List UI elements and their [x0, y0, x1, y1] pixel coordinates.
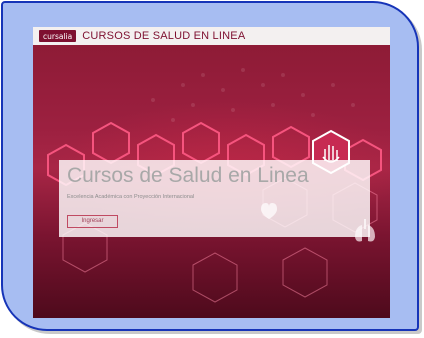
website-screen: cursalia CURSOS DE SALUD EN LINEA Cursos… — [33, 27, 390, 318]
site-title[interactable]: CURSOS DE SALUD EN LINEA — [82, 30, 245, 42]
site-header: cursalia CURSOS DE SALUD EN LINEA — [33, 27, 390, 45]
hero-title: Cursos de Salud en Linea — [67, 164, 309, 187]
site-logo[interactable]: cursalia — [39, 30, 77, 42]
screenshot-frame: cursalia CURSOS DE SALUD EN LINEA Cursos… — [1, 1, 419, 331]
hero-card: Cursos de Salud en Linea Excelencia Acad… — [59, 160, 370, 237]
ingresar-button[interactable]: Ingresar — [67, 215, 118, 228]
hero-subtitle: Excelencia Académica con Proyección Inte… — [67, 194, 195, 200]
